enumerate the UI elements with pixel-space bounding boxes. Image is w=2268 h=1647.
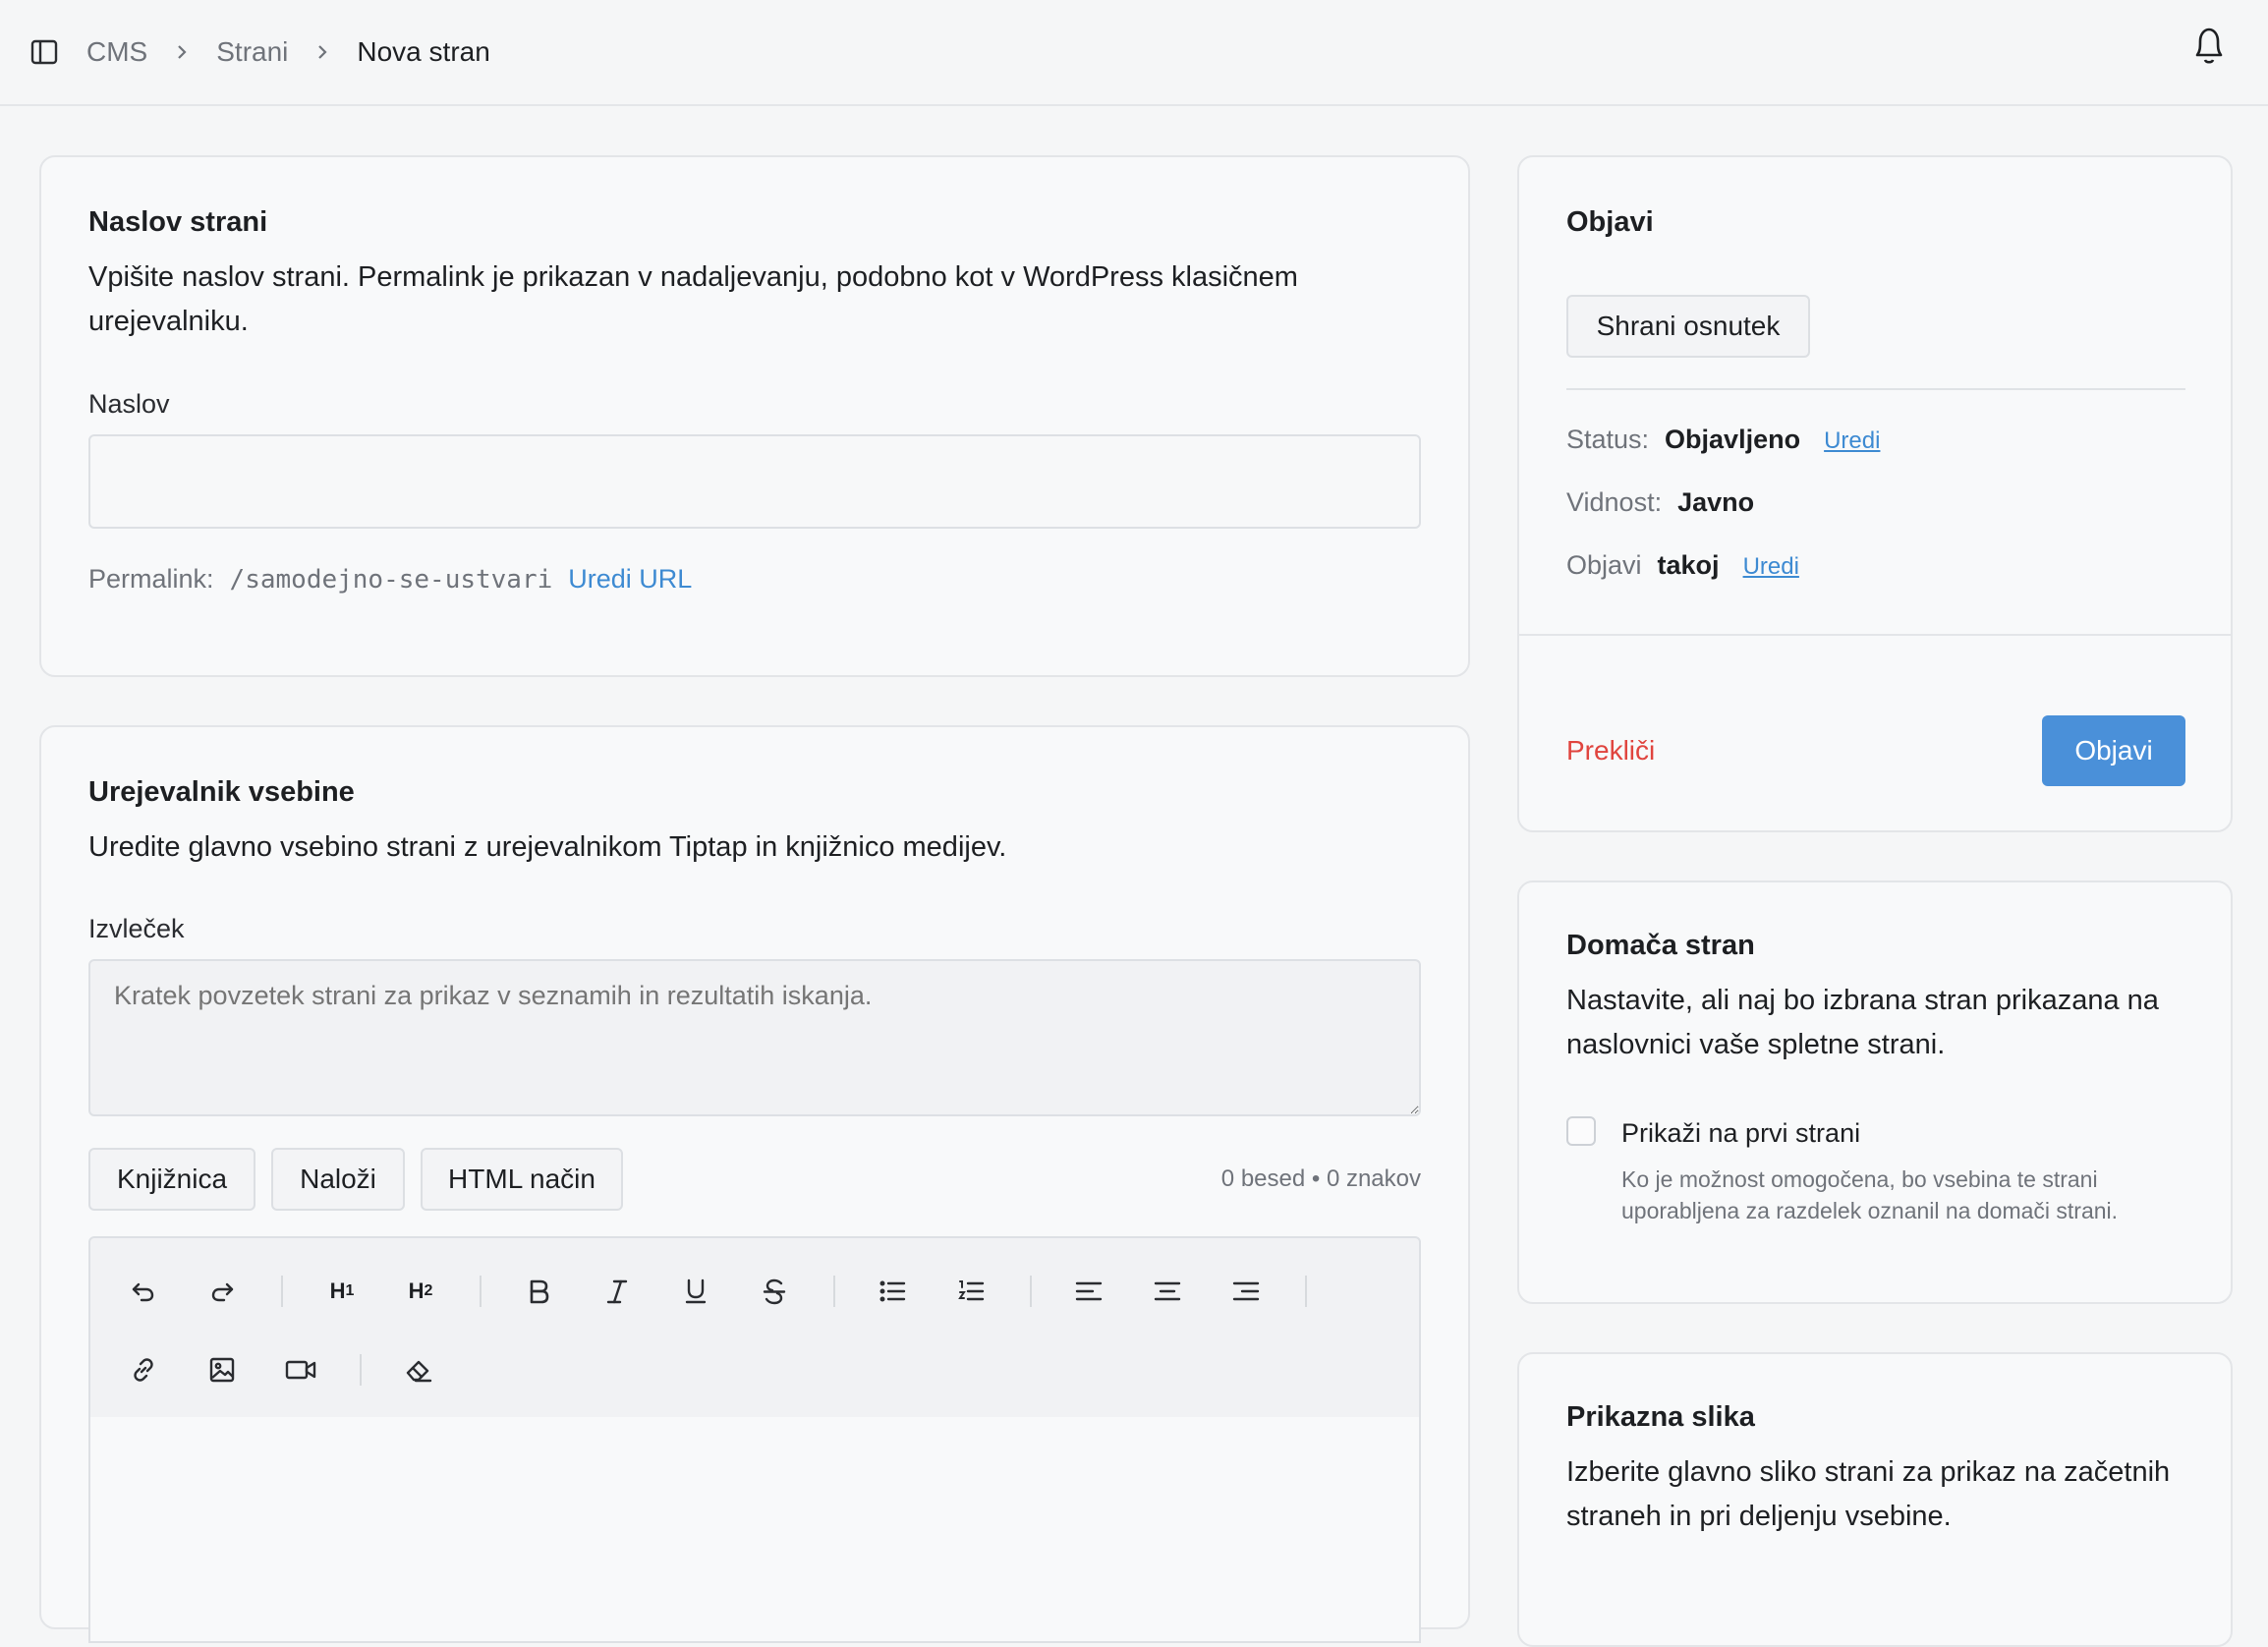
card-heading: Naslov strani (88, 206, 268, 238)
homepage-checkbox[interactable] (1566, 1116, 1596, 1146)
toolbar-divider (1030, 1276, 1032, 1307)
align-left-icon[interactable] (1069, 1272, 1108, 1311)
toolbar-divider (1305, 1276, 1307, 1307)
title-input[interactable] (88, 434, 1421, 529)
visibility-label: Vidnost: (1566, 487, 1663, 517)
image-icon[interactable] (202, 1350, 242, 1390)
divider (1566, 388, 2185, 390)
edit-status-link[interactable]: Uredi (1824, 427, 1880, 455)
edit-url-link[interactable]: Uredi URL (568, 564, 692, 595)
title-label: Naslov (88, 389, 170, 419)
ordered-list-icon[interactable] (951, 1272, 991, 1311)
edit-publish-time-link[interactable]: Uredi (1743, 553, 1799, 581)
breadcrumb-cms[interactable]: CMS (86, 36, 147, 68)
redo-icon[interactable] (202, 1272, 242, 1311)
permalink-row: Permalink: /samodejno-se-ustvari Uredi U… (88, 564, 692, 595)
bullet-list-icon[interactable] (873, 1272, 912, 1311)
word-counter: 0 besed • 0 znakov (1220, 1165, 1421, 1192)
visibility-row: Vidnost: Javno (1566, 487, 1754, 518)
card-heading: Prikazna slika (1566, 1401, 1755, 1433)
checkbox-help: Ko je možnost omogočena, bo vsebina te s… (1621, 1166, 2119, 1223)
video-icon[interactable] (281, 1350, 320, 1390)
library-button[interactable]: Knjižnica (88, 1148, 255, 1211)
heading-1-icon[interactable]: H1 (322, 1272, 362, 1311)
html-mode-button[interactable]: HTML način (421, 1148, 623, 1211)
title-card: Naslov strani Vpišite naslov strani. Per… (39, 155, 1470, 677)
sidebar-toggle-icon[interactable] (29, 37, 59, 67)
featured-image-card: Prikazna slika Izberite glavno sliko str… (1517, 1352, 2233, 1647)
align-center-icon[interactable] (1148, 1272, 1187, 1311)
divider (1519, 634, 2231, 636)
chevron-right-icon (288, 42, 357, 62)
card-heading: Domača stran (1566, 930, 1755, 961)
card-description: Uredite glavno vsebino strani z urejeval… (88, 831, 1007, 863)
italic-icon[interactable] (597, 1272, 637, 1311)
card-description: Nastavite, ali naj bo izbrana stran prik… (1566, 985, 2159, 1060)
status-value: Objavljeno (1665, 425, 1801, 454)
undo-icon[interactable] (124, 1272, 163, 1311)
bell-icon[interactable] (2189, 24, 2229, 67)
editor-content-area[interactable] (88, 1417, 1421, 1643)
publish-button[interactable]: Objavi (2042, 715, 2185, 786)
status-row: Status: Objavljeno Uredi (1566, 425, 1880, 455)
toolbar-divider (480, 1276, 482, 1307)
card-heading: Urejevalnik vsebine (88, 776, 355, 808)
top-bar: CMS Strani Nova stran (0, 0, 2268, 106)
bold-icon[interactable] (519, 1272, 558, 1311)
publish-time-label: Objavi (1566, 550, 1642, 580)
publish-card: Objavi Shrani osnutek Status: Objavljeno… (1517, 155, 2233, 832)
chevron-right-icon (147, 42, 216, 62)
status-label: Status: (1566, 425, 1650, 454)
editor-card: Urejevalnik vsebine Uredite glavno vsebi… (39, 725, 1470, 1643)
excerpt-label: Izvleček (88, 914, 185, 943)
toolbar-divider (360, 1354, 362, 1386)
upload-button[interactable]: Naloži (271, 1148, 405, 1211)
checkbox-label[interactable]: Prikaži na prvi strani (1621, 1118, 1860, 1149)
permalink-label: Permalink: (88, 564, 214, 594)
underline-icon[interactable] (676, 1272, 715, 1311)
toolbar-divider (833, 1276, 835, 1307)
eraser-icon[interactable] (399, 1350, 438, 1390)
heading-2-icon[interactable]: H2 (401, 1272, 440, 1311)
publish-time-row: Objavi takoj Uredi (1566, 550, 1799, 581)
visibility-value: Javno (1677, 487, 1755, 517)
card-description: Vpišite naslov strani. Permalink je prik… (88, 261, 1298, 337)
permalink-value: /samodejno-se-ustvari (229, 565, 553, 595)
card-description: Izberite glavno sliko strani za prikaz n… (1566, 1456, 2171, 1532)
align-right-icon[interactable] (1226, 1272, 1266, 1311)
breadcrumb-current: Nova stran (357, 36, 490, 67)
cancel-link[interactable]: Prekliči (1566, 735, 1655, 767)
toolbar-divider (281, 1276, 283, 1307)
breadcrumb-pages[interactable]: Strani (216, 36, 288, 68)
save-draft-button[interactable]: Shrani osnutek (1566, 295, 1810, 358)
card-heading: Objavi (1566, 206, 1654, 238)
homepage-card: Domača stran Nastavite, ali naj bo izbra… (1517, 880, 2233, 1304)
link-icon[interactable] (124, 1350, 163, 1390)
publish-time-value: takoj (1657, 550, 1720, 580)
strikethrough-icon[interactable] (755, 1272, 794, 1311)
excerpt-textarea[interactable] (88, 959, 1421, 1116)
editor-toolbar: H1 H2 (88, 1236, 1421, 1419)
